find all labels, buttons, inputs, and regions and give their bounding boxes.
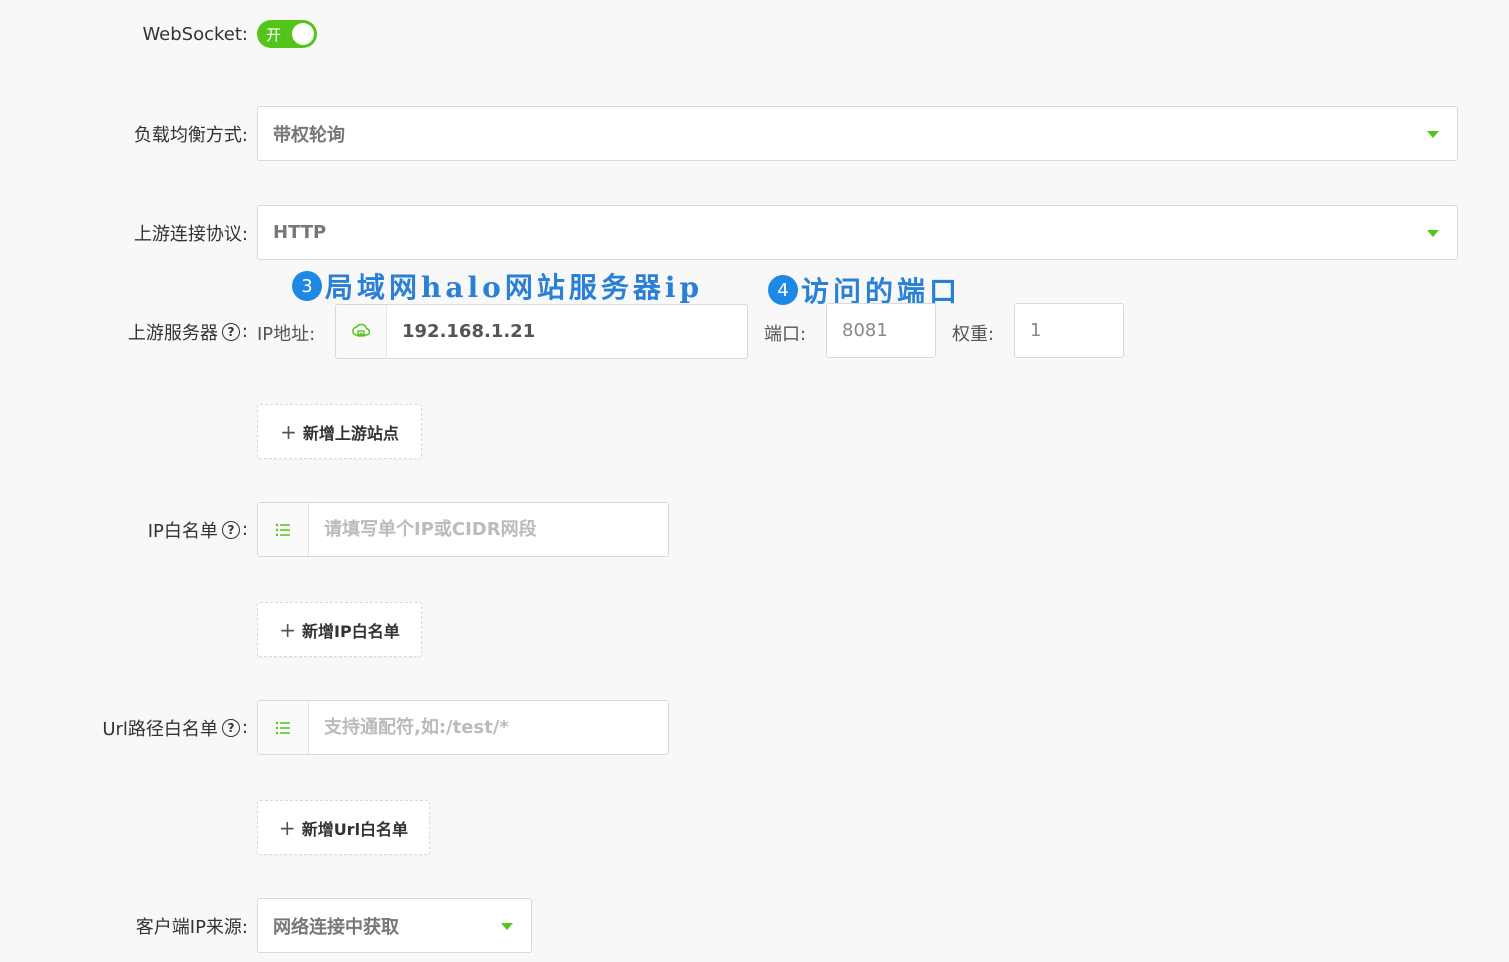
client-ip-source-value: 网络连接中获取 (273, 916, 399, 938)
ip-whitelist-label-text: IP白名单 (147, 520, 218, 542)
add-url-whitelist-button[interactable]: + 新增Url白名单 (257, 800, 430, 855)
upstream-server-label-text: 上游服务器 (127, 322, 218, 344)
upstream-protocol-select[interactable]: HTTP (257, 205, 1458, 260)
upstream-server-row: 上游服务器 ? : (0, 304, 1509, 359)
ip-whitelist-input-group (257, 502, 669, 557)
port-input[interactable]: 8081 (826, 303, 936, 358)
url-whitelist-label: Url路径白名单 ? : (102, 700, 248, 755)
list-icon (258, 701, 309, 754)
client-ip-source-label: 客户端IP来源: (135, 916, 248, 938)
annotation-number: 4 (768, 275, 798, 305)
server-icon (336, 305, 387, 358)
websocket-toggle[interactable]: 开 (257, 20, 317, 48)
annotation-text: 局域网halo网站服务器ip (325, 271, 704, 304)
toggle-knob (292, 23, 314, 45)
add-url-whitelist-label: 新增Url白名单 (301, 819, 409, 839)
caret-down-icon (1427, 130, 1439, 138)
weight-label: 权重: (952, 324, 995, 345)
help-icon[interactable]: ? (221, 520, 240, 539)
label-colon: : (241, 717, 248, 738)
ip-whitelist-input[interactable] (309, 503, 668, 556)
url-whitelist-input-group (257, 700, 669, 755)
annotation-ip: 3 局域网halo网站服务器ip (292, 266, 703, 306)
upstream-protocol-label: 上游连接协议: (133, 223, 248, 245)
ip-address-input-group (335, 304, 748, 359)
add-ip-whitelist-label: 新增IP白名单 (302, 621, 400, 641)
port-value: 8081 (842, 320, 888, 341)
websocket-row: WebSocket: (0, 16, 1509, 52)
load-balance-label: 负载均衡方式: (133, 124, 248, 146)
url-whitelist-label-text: Url路径白名单 (102, 718, 218, 740)
load-balance-value: 带权轮询 (273, 124, 345, 146)
plus-icon: + (280, 419, 297, 444)
url-whitelist-input[interactable] (309, 701, 668, 754)
plus-icon: + (278, 815, 296, 840)
ip-address-input[interactable] (387, 305, 747, 358)
load-balance-select[interactable]: 带权轮询 (257, 106, 1458, 161)
url-whitelist-row: Url路径白名单 ? : (0, 700, 1509, 755)
add-ip-whitelist-button[interactable]: + 新增IP白名单 (257, 602, 422, 657)
weight-value: 1 (1030, 320, 1042, 341)
client-ip-source-select[interactable]: 网络连接中获取 (257, 898, 532, 953)
ip-whitelist-label: IP白名单 ? : (148, 502, 248, 557)
weight-input[interactable]: 1 (1014, 303, 1124, 358)
ip-address-label: IP地址: (257, 324, 316, 345)
client-ip-source-row: 客户端IP来源: (0, 898, 1509, 953)
ip-whitelist-row: IP白名单 ? : (0, 502, 1509, 557)
plus-icon: + (279, 617, 297, 642)
annotation-number: 3 (292, 271, 322, 301)
add-upstream-site-button[interactable]: + 新增上游站点 (257, 404, 422, 459)
caret-down-icon (1427, 229, 1439, 237)
upstream-server-label: 上游服务器 ? : (128, 304, 248, 359)
label-colon: : (241, 321, 248, 342)
label-colon: : (241, 519, 248, 540)
toggle-on-text: 开 (266, 26, 282, 44)
websocket-label: WebSocket: (142, 23, 248, 45)
add-upstream-site-label: 新增上游站点 (302, 423, 399, 443)
help-icon[interactable]: ? (221, 322, 240, 341)
help-icon[interactable]: ? (221, 718, 240, 737)
upstream-protocol-value: HTTP (273, 222, 327, 243)
caret-down-icon (501, 922, 513, 930)
list-icon (258, 503, 309, 556)
port-label: 端口: (764, 324, 807, 345)
